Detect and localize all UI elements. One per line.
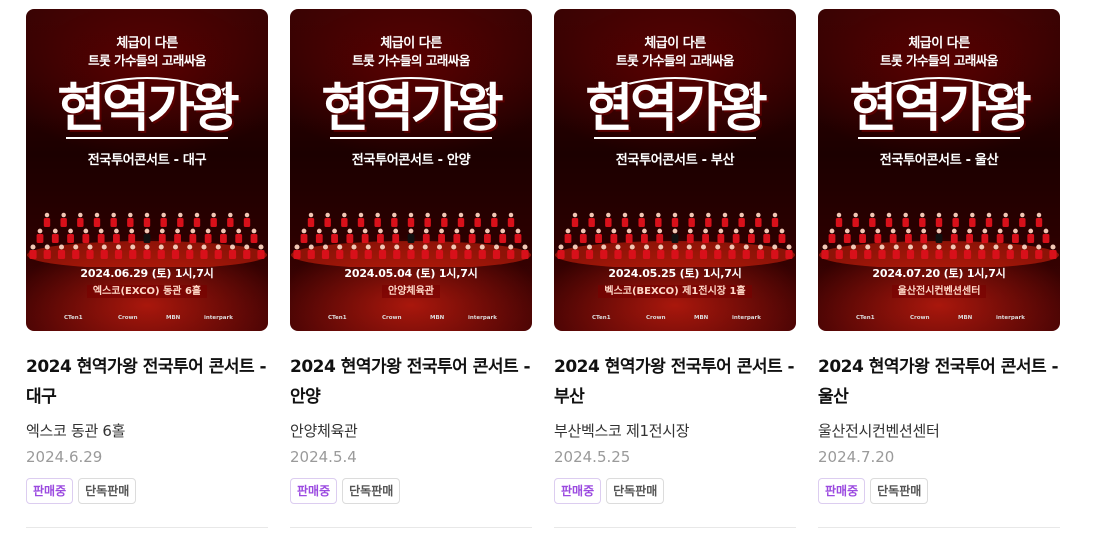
badge-group: 판매중 단독판매 (26, 478, 268, 504)
concert-date: 2024.7.20 (818, 448, 895, 466)
concert-venue: 울산전시컨벤션센터 (818, 422, 940, 440)
exclusive-badge: 단독판매 (870, 478, 929, 504)
poster-tour-name: 전국투어콘서트 - 대구 (87, 153, 207, 168)
sponsor-logo: interpark (468, 315, 497, 321)
concert-venue: 엑스코 동관 6홀 (26, 422, 126, 440)
sponsor-logo: CTen1 (328, 315, 347, 321)
concert-venue: 안양체육관 (290, 422, 358, 440)
on-sale-badge: 판매중 (818, 478, 866, 504)
on-sale-badge: 판매중 (290, 478, 338, 504)
poster-rule (594, 137, 756, 139)
exclusive-badge: 단독판매 (342, 478, 401, 504)
poster-title: 현역가왕 (321, 79, 503, 139)
poster-rule (330, 137, 492, 139)
poster-image[interactable]: 체급이 다른 트롯 가수들의 고래싸움 현역가왕 전국투어콘서트 - 대구 20… (26, 9, 268, 331)
sponsor-logo: CTen1 (592, 315, 611, 321)
poster-image[interactable]: 체급이 다른 트롯 가수들의 고래싸움 현역가왕 전국투어콘서트 - 부산 20… (554, 9, 796, 331)
sponsor-logo: Crown (646, 315, 666, 321)
concert-title[interactable]: 2024 현역가왕 전국투어 콘서트 - 부산 (554, 352, 796, 412)
poster-subtitle: 체급이 다른 (116, 36, 178, 51)
poster-date: 2024.05.04 (토) 1시,7시 (344, 267, 478, 280)
sponsor-logo: Crown (118, 315, 138, 321)
concert-card[interactable]: 체급이 다른 트롯 가수들의 고래싸움 현역가왕 전국투어콘서트 - 울산 20… (818, 9, 1060, 528)
sponsor-logo: interpark (204, 315, 233, 321)
poster-sponsors: CTen1 Crown MBN interpark (26, 315, 268, 325)
poster-rule (858, 137, 1020, 139)
poster-venue: 엑스코(EXCO) 동관 6홀 (26, 282, 268, 298)
poster-date: 2024.07.20 (토) 1시,7시 (872, 267, 1006, 280)
poster-image[interactable]: 체급이 다른 트롯 가수들의 고래싸움 현역가왕 전국투어콘서트 - 울산 20… (818, 9, 1060, 331)
concert-card[interactable]: 체급이 다른 트롯 가수들의 고래싸움 현역가왕 전국투어콘서트 - 대구 20… (26, 9, 268, 528)
concert-date: 2024.5.4 (290, 448, 357, 466)
sponsor-logo: MBN (430, 315, 445, 321)
concert-card[interactable]: 체급이 다른 트롯 가수들의 고래싸움 현역가왕 전국투어콘서트 - 부산 20… (554, 9, 796, 528)
sponsor-logo: Crown (910, 315, 930, 321)
poster-subtitle: 체급이 다른 (908, 36, 970, 51)
poster-tour-name: 전국투어콘서트 - 안양 (351, 153, 471, 168)
card-divider (818, 527, 1060, 528)
poster-image[interactable]: 체급이 다른 트롯 가수들의 고래싸움 현역가왕 전국투어콘서트 - 안양 20… (290, 9, 532, 331)
badge-group: 판매중 단독판매 (554, 478, 796, 504)
poster-subtitle-2: 트롯 가수들의 고래싸움 (616, 53, 734, 68)
concert-date: 2024.5.25 (554, 448, 631, 466)
poster-date: 2024.05.25 (토) 1시,7시 (608, 267, 742, 280)
poster-subtitle-2: 트롯 가수들의 고래싸움 (88, 53, 206, 68)
poster-title: 현역가왕 (585, 79, 767, 139)
poster-sponsors: CTen1 Crown MBN interpark (554, 315, 796, 325)
sponsor-logo: MBN (958, 315, 973, 321)
sponsor-logo: CTen1 (64, 315, 83, 321)
poster-performers-graphic (27, 212, 267, 267)
poster-venue: 울산전시컨벤션센터 (818, 282, 1060, 298)
poster-tour-name: 전국투어콘서트 - 울산 (879, 153, 999, 168)
on-sale-badge: 판매중 (554, 478, 602, 504)
badge-group: 판매중 단독판매 (290, 478, 532, 504)
exclusive-badge: 단독판매 (78, 478, 137, 504)
poster-date: 2024.06.29 (토) 1시,7시 (80, 267, 214, 280)
concert-title[interactable]: 2024 현역가왕 전국투어 콘서트 - 울산 (818, 352, 1060, 412)
poster-sponsors: CTen1 Crown MBN interpark (290, 315, 532, 325)
card-divider (554, 527, 796, 528)
poster-subtitle-2: 트롯 가수들의 고래싸움 (880, 53, 998, 68)
poster-subtitle-2: 트롯 가수들의 고래싸움 (352, 53, 470, 68)
sponsor-logo: CTen1 (856, 315, 875, 321)
poster-subtitle: 체급이 다른 (644, 36, 706, 51)
poster-venue: 안양체육관 (290, 282, 532, 298)
poster-rule (66, 137, 228, 139)
poster-performers-graphic (819, 212, 1059, 267)
sponsor-logo: Crown (382, 315, 402, 321)
exclusive-badge: 단독판매 (606, 478, 665, 504)
card-divider (290, 527, 532, 528)
concert-title[interactable]: 2024 현역가왕 전국투어 콘서트 - 안양 (290, 352, 532, 412)
poster-performers-graphic (291, 212, 531, 267)
concert-title[interactable]: 2024 현역가왕 전국투어 콘서트 - 대구 (26, 352, 268, 412)
sponsor-logo: MBN (166, 315, 181, 321)
on-sale-badge: 판매중 (26, 478, 74, 504)
poster-sponsors: CTen1 Crown MBN interpark (818, 315, 1060, 325)
poster-performers-graphic (555, 212, 795, 267)
poster-tour-name: 전국투어콘서트 - 부산 (615, 153, 735, 168)
poster-subtitle: 체급이 다른 (380, 36, 442, 51)
poster-venue: 벡스코(BEXCO) 제1전시장 1홀 (554, 282, 796, 298)
sponsor-logo: MBN (694, 315, 709, 321)
card-divider (26, 527, 268, 528)
badge-group: 판매중 단독판매 (818, 478, 1060, 504)
concert-card[interactable]: 체급이 다른 트롯 가수들의 고래싸움 현역가왕 전국투어콘서트 - 안양 20… (290, 9, 532, 528)
poster-title: 현역가왕 (849, 79, 1031, 139)
concert-venue: 부산벡스코 제1전시장 (554, 422, 690, 440)
poster-title: 현역가왕 (57, 79, 239, 139)
sponsor-logo: interpark (996, 315, 1025, 321)
sponsor-logo: interpark (732, 315, 761, 321)
concert-date: 2024.6.29 (26, 448, 103, 466)
concert-grid: 체급이 다른 트롯 가수들의 고래싸움 현역가왕 전국투어콘서트 - 대구 20… (26, 9, 1060, 528)
